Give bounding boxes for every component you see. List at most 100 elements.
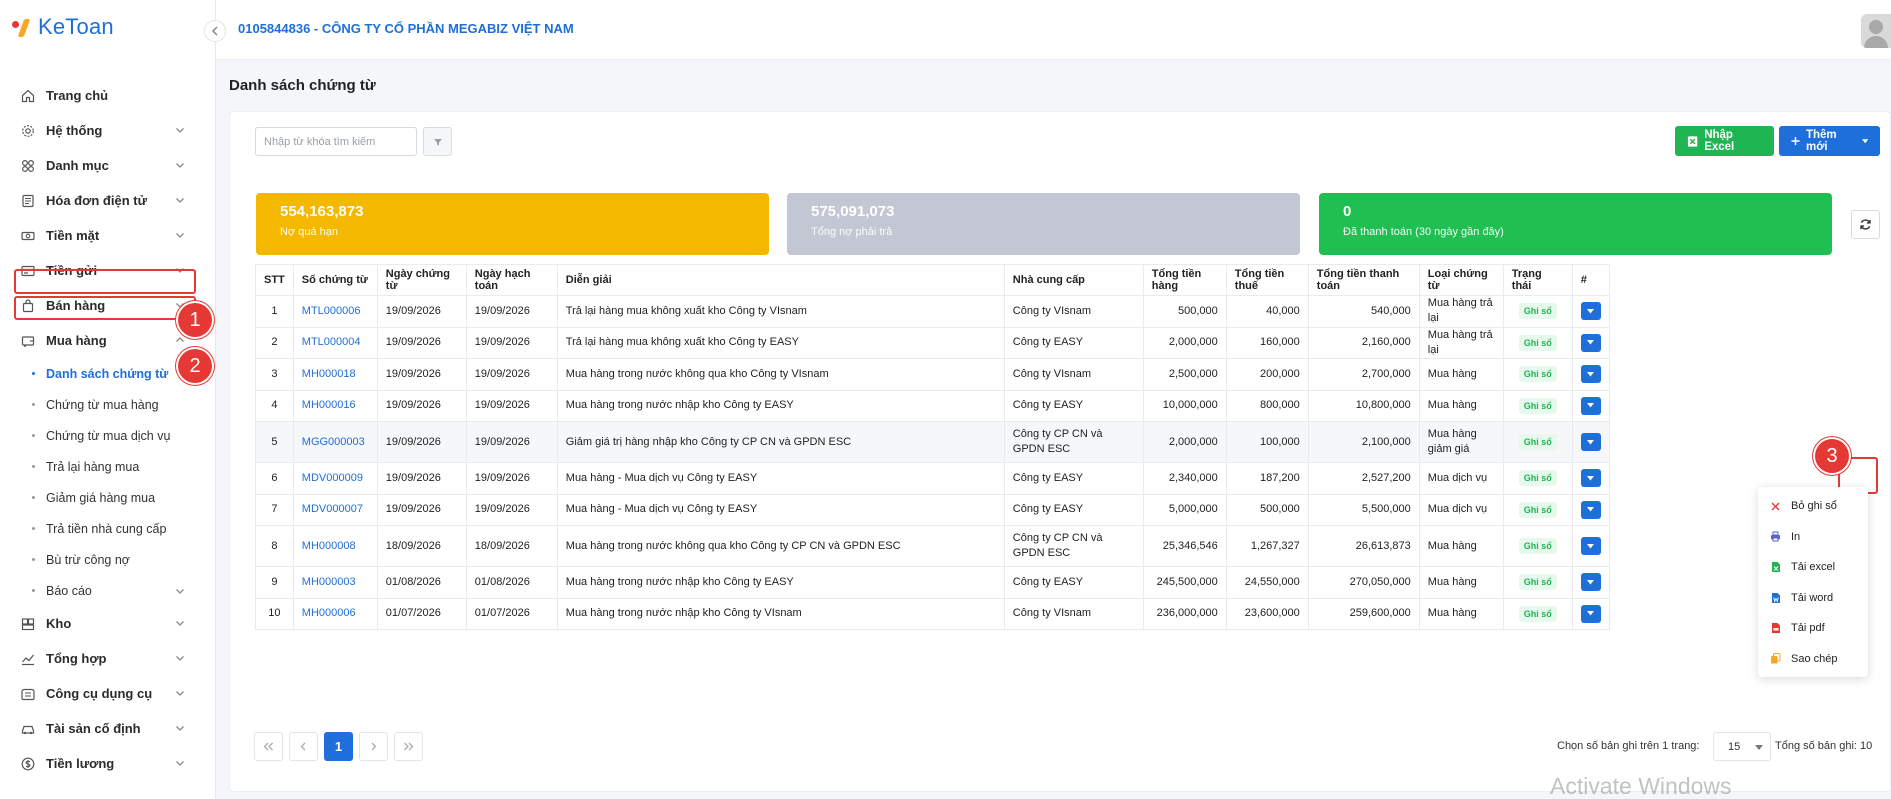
cell-document-number-link[interactable]: MGG000003 bbox=[292, 421, 378, 463]
sidebar-collapse-button[interactable] bbox=[204, 20, 226, 42]
windows-activation-watermark: Activate Windows bbox=[1550, 773, 1732, 799]
row-action-button[interactable] bbox=[1580, 365, 1601, 384]
last-page-button[interactable] bbox=[394, 732, 423, 761]
table-row[interactable]: 8 MH000008 18/09/2026 18/09/2026 Mua hàng tr… bbox=[255, 525, 1610, 567]
search-input[interactable] bbox=[255, 127, 417, 156]
user-avatar[interactable] bbox=[1861, 14, 1891, 48]
caret-down-icon bbox=[1587, 579, 1595, 585]
row-action-button[interactable] bbox=[1580, 396, 1601, 415]
row-action-button[interactable] bbox=[1580, 333, 1601, 352]
cell-document-number-link[interactable]: MH000008 bbox=[292, 525, 378, 567]
caret-down-icon bbox=[1587, 403, 1595, 408]
sidebar-menu: Trang chủ Hệ thống Danh mục Hóa đơn điện tử… bbox=[0, 78, 216, 781]
per-page-select[interactable]: 15 bbox=[1713, 732, 1771, 761]
prev-page-button[interactable] bbox=[289, 732, 318, 761]
total-records-label: Tổng số bản ghi: 10 bbox=[1775, 740, 1872, 752]
cell-posting-date: 01/07/2026 bbox=[465, 597, 558, 630]
next-page-button[interactable] bbox=[359, 732, 388, 761]
stat-label: Nợ quá hạn bbox=[280, 226, 338, 238]
topbar: 0105844836 - CÔNG TY CỔ PHẦN MEGABIZ VIỆ… bbox=[216, 0, 1891, 60]
row-action-button[interactable] bbox=[1580, 469, 1601, 488]
submenu-item-giam-gia-hang-mua[interactable]: Giảm giá hàng mua bbox=[0, 482, 216, 513]
sidebar-item-kho[interactable]: Kho bbox=[0, 606, 216, 641]
cell-document-number-link[interactable]: MH000003 bbox=[292, 566, 378, 599]
submenu-item-bu-tru-cong-no[interactable]: Bù trừ công nợ bbox=[0, 544, 216, 575]
chevron-right-icon bbox=[371, 742, 377, 751]
submenu-item-bao-cao[interactable]: Báo cáo bbox=[0, 575, 216, 606]
cell-document-type: Mua hàng bbox=[1418, 525, 1504, 567]
table-row[interactable]: 6 MDV000009 19/09/2026 19/09/2026 Mua hàng -… bbox=[255, 462, 1610, 495]
page-button-1[interactable]: 1 bbox=[324, 732, 353, 761]
column-header-ngay-chung-tu: Ngày chứng từ bbox=[376, 264, 467, 296]
add-new-button[interactable]: Thêm mới bbox=[1779, 126, 1880, 156]
dropdown-item-tai-excel[interactable]: Tải excel bbox=[1758, 552, 1868, 583]
table-row[interactable]: 1 MTL000006 19/09/2026 19/09/2026 Trả lại hà… bbox=[255, 295, 1610, 328]
cell-document-type: Mua dịch vụ bbox=[1418, 462, 1504, 495]
row-action-button[interactable] bbox=[1580, 302, 1601, 321]
documents-table: STT Số chứng từ Ngày chứng từ Ngày hạch toá… bbox=[255, 264, 1610, 630]
submenu-item-chung-tu-mua-hang[interactable]: Chứng từ mua hàng bbox=[0, 389, 216, 420]
table-row[interactable]: 5 MGG000003 19/09/2026 19/09/2026 Giảm giá t… bbox=[255, 421, 1610, 463]
row-action-button[interactable] bbox=[1580, 537, 1601, 555]
caret-down-icon bbox=[1587, 475, 1595, 481]
table-row[interactable]: 2 MTL000004 19/09/2026 19/09/2026 Trả lại hà… bbox=[255, 326, 1610, 359]
dropdown-item-in[interactable]: In bbox=[1758, 522, 1868, 553]
cell-posting-date: 19/09/2026 bbox=[465, 493, 558, 526]
row-action-button[interactable] bbox=[1580, 500, 1601, 519]
sidebar-item-tien-luong[interactable]: Tiền lương bbox=[0, 746, 216, 781]
gear-icon bbox=[20, 123, 36, 139]
cell-supplier: Công ty VIsnam bbox=[1003, 358, 1144, 391]
cell-document-number-link[interactable]: MDV000009 bbox=[292, 462, 378, 495]
cell-document-number-link[interactable]: MH000016 bbox=[292, 389, 378, 422]
row-action-button[interactable] bbox=[1580, 604, 1601, 623]
table-row[interactable]: 3 MH000018 19/09/2026 19/09/2026 Mua hàng tr… bbox=[255, 358, 1610, 391]
sidebar-item-tai-san-co-dinh[interactable]: Tài sản cố định bbox=[0, 711, 216, 746]
cell-supplier: Công ty CP CN và GPDN ESC bbox=[1003, 421, 1144, 463]
sidebar-item-tong-hop[interactable]: Tổng hợp bbox=[0, 641, 216, 676]
excel-import-icon bbox=[1687, 135, 1698, 147]
column-header-ngay-hach-toan: Ngày hạch toán bbox=[465, 264, 558, 296]
import-excel-button[interactable]: Nhập Excel bbox=[1675, 126, 1774, 156]
submenu-item-tra-tien-nha-cung-cap[interactable]: Trả tiền nhà cung cấp bbox=[0, 513, 216, 544]
dropdown-item-sao-chep[interactable]: Sao chép bbox=[1758, 644, 1868, 675]
cell-tax-total: 24,550,000 bbox=[1225, 566, 1309, 599]
row-action-button[interactable] bbox=[1580, 433, 1601, 451]
cell-document-number-link[interactable]: MH000006 bbox=[292, 597, 378, 630]
dropdown-item-tai-pdf[interactable]: Tải pdf bbox=[1758, 613, 1868, 644]
refresh-button[interactable] bbox=[1851, 210, 1880, 239]
sidebar-item-tien-mat[interactable]: Tiền mặt bbox=[0, 218, 216, 253]
sidebar-item-hoa-don-dien-tu[interactable]: Hóa đơn điện tử bbox=[0, 183, 216, 218]
cell-goods-total: 245,500,000 bbox=[1142, 566, 1227, 599]
cell-supplier: Công ty VIsnam bbox=[1003, 597, 1144, 630]
cell-supplier: Công ty EASY bbox=[1003, 566, 1144, 599]
first-page-button[interactable] bbox=[254, 732, 283, 761]
cell-goods-total: 236,000,000 bbox=[1142, 597, 1227, 630]
submenu-item-tra-lai-hang-mua[interactable]: Trả lại hàng mua bbox=[0, 451, 216, 482]
chevron-left-icon bbox=[211, 26, 218, 36]
dropdown-item-tai-word[interactable]: Tải word bbox=[1758, 583, 1868, 614]
status-badge: Ghi sổ bbox=[1518, 574, 1557, 591]
total-records-value: 10 bbox=[1860, 740, 1873, 752]
table-row[interactable]: 7 MDV000007 19/09/2026 19/09/2026 Mua hàng -… bbox=[255, 493, 1610, 526]
filter-button[interactable] bbox=[423, 127, 452, 156]
sidebar-item-he-thong[interactable]: Hệ thống bbox=[0, 113, 216, 148]
sidebar-item-danh-muc[interactable]: Danh mục bbox=[0, 148, 216, 183]
cell-payment-total: 2,700,000 bbox=[1307, 358, 1420, 391]
sidebar-item-cong-cu-dung-cu[interactable]: Công cụ dụng cụ bbox=[0, 676, 216, 711]
cell-row-index: 3 bbox=[255, 358, 294, 391]
cell-document-number-link[interactable]: MTL000006 bbox=[292, 295, 378, 328]
submenu-item-chung-tu-mua-dich-vu[interactable]: Chứng từ mua dịch vụ bbox=[0, 420, 216, 451]
row-action-button[interactable] bbox=[1580, 573, 1601, 592]
table-row[interactable]: 10 MH000006 01/07/2026 01/07/2026 Mua hàng t… bbox=[255, 597, 1610, 630]
cell-document-number-link[interactable]: MDV000007 bbox=[292, 493, 378, 526]
cell-status: Ghi sổ bbox=[1502, 525, 1573, 567]
column-header-trang-thai: Trạng thái bbox=[1502, 264, 1573, 296]
cell-document-number-link[interactable]: MH000018 bbox=[292, 358, 378, 391]
cell-document-number-link[interactable]: MTL000004 bbox=[292, 326, 378, 359]
dropdown-item-bo-ghi-so[interactable]: Bỏ ghi sổ bbox=[1758, 491, 1868, 522]
table-row[interactable]: 9 MH000003 01/08/2026 01/08/2026 Mua hàng tr… bbox=[255, 566, 1610, 599]
double-chevron-right-icon bbox=[404, 742, 414, 751]
table-row[interactable]: 4 MH000016 19/09/2026 19/09/2026 Mua hàng tr… bbox=[255, 389, 1610, 422]
logo[interactable]: KeToan bbox=[12, 14, 114, 40]
sidebar-item-trang-chu[interactable]: Trang chủ bbox=[0, 78, 216, 113]
